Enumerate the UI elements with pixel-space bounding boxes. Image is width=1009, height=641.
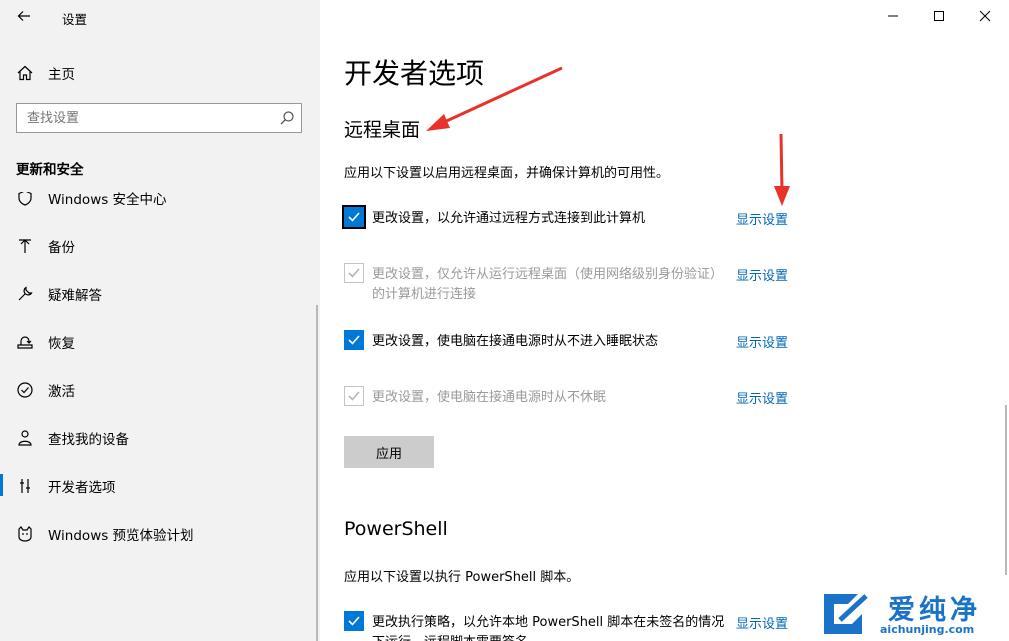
watermark-logo xyxy=(824,594,868,634)
back-arrow-icon xyxy=(17,11,30,21)
checkmark-icon xyxy=(348,391,360,401)
backup-arrow-icon xyxy=(15,236,35,256)
sidebar-item-label: 备份 xyxy=(48,240,75,256)
scroll-clip xyxy=(0,178,318,192)
checkbox-execution-policy[interactable] xyxy=(344,611,364,631)
check-circle-icon xyxy=(15,380,35,400)
wrench-icon xyxy=(15,284,35,304)
maximize-icon xyxy=(934,11,944,21)
remote-desktop-title: 远程桌面 xyxy=(344,119,421,141)
option-text: 更改设置，仅允许从运行远程桌面（使用网络级别身份验证）的计算机进行连接 xyxy=(372,267,724,302)
checkbox-never-sleep[interactable] xyxy=(344,330,364,350)
search-icon xyxy=(280,111,294,125)
sidebar-item-recovery[interactable]: 恢复 xyxy=(0,322,318,362)
main-content: 开发者选项 远程桌面 应用以下设置以启用远程桌面，并确保计算机的可用性。 更改设… xyxy=(320,0,1009,641)
show-settings-link[interactable]: 显示设置 xyxy=(736,388,788,407)
show-settings-link[interactable]: 显示设置 xyxy=(736,613,788,632)
sidebar-item-find-my-device[interactable]: 查找我的设备 xyxy=(0,418,318,458)
main-scrollbar[interactable] xyxy=(1005,405,1007,575)
checkbox-allow-remote[interactable] xyxy=(342,205,366,229)
app-title: 设置 xyxy=(62,12,88,27)
sidebar-item-label: 恢复 xyxy=(48,336,75,352)
close-icon xyxy=(979,10,991,22)
show-settings-link[interactable]: 显示设置 xyxy=(736,332,788,351)
close-button[interactable] xyxy=(962,0,1008,32)
sidebar-item-label: 疑难解答 xyxy=(48,288,102,304)
sidebar-item-home[interactable]: 主页 xyxy=(0,53,318,93)
checkbox-nla-only xyxy=(344,263,364,283)
sidebar-scrollbar[interactable] xyxy=(316,305,318,641)
back-button[interactable] xyxy=(8,2,40,30)
sidebar-item-label: 查找我的设备 xyxy=(48,432,129,448)
minimize-button[interactable] xyxy=(870,0,916,32)
checkmark-icon xyxy=(348,268,360,278)
watermark-text: 爱纯净 xyxy=(888,595,981,626)
watermark: 爱纯净 aichunjing.com xyxy=(818,588,1008,640)
insider-cat-icon xyxy=(15,524,35,544)
apply-button[interactable]: 应用 xyxy=(344,436,434,468)
option-text: 更改设置，使电脑在接通电源时从不休眠 xyxy=(372,390,607,405)
recovery-icon xyxy=(15,332,35,352)
sidebar-item-activation[interactable]: 激活 xyxy=(0,370,318,410)
minimize-icon xyxy=(888,15,898,17)
page-title: 开发者选项 xyxy=(344,57,485,90)
sidebar: 设置 主页 更新和安全 Windows 安全中心 备份 疑难解答 xyxy=(0,0,320,641)
sidebar-item-backup[interactable]: 备份 xyxy=(0,226,318,266)
show-settings-link[interactable]: 显示设置 xyxy=(736,265,788,284)
checkbox-never-hibernate xyxy=(344,386,364,406)
home-icon xyxy=(15,63,35,83)
sidebar-item-label: 开发者选项 xyxy=(48,480,116,496)
sidebar-item-label: Windows 预览体验计划 xyxy=(48,528,194,544)
sidebar-item-windows-insider[interactable]: Windows 预览体验计划 xyxy=(0,514,318,554)
checkmark-icon xyxy=(348,212,360,222)
developer-sliders-icon xyxy=(15,476,35,496)
person-location-icon xyxy=(15,428,35,448)
search-input[interactable] xyxy=(27,109,267,127)
powershell-title: PowerShell xyxy=(344,518,448,540)
search-box[interactable] xyxy=(16,103,302,133)
sidebar-item-troubleshoot[interactable]: 疑难解答 xyxy=(0,274,318,314)
sidebar-item-label: 主页 xyxy=(48,67,75,83)
powershell-description: 应用以下设置以执行 PowerShell 脚本。 xyxy=(344,570,580,585)
show-settings-link[interactable]: 显示设置 xyxy=(736,209,788,228)
maximize-button[interactable] xyxy=(916,0,962,32)
checkmark-icon xyxy=(348,616,360,626)
watermark-url: aichunjing.com xyxy=(880,623,975,636)
option-text: 更改设置，使电脑在接通电源时从不进入睡眠状态 xyxy=(372,334,659,349)
section-title: 更新和安全 xyxy=(16,162,84,178)
sidebar-item-label: 激活 xyxy=(48,384,75,400)
option-text: 更改设置，以允许通过远程方式连接到此计算机 xyxy=(372,211,646,226)
remote-desktop-description: 应用以下设置以启用远程桌面，并确保计算机的可用性。 xyxy=(344,166,670,181)
option-text: 更改执行策略，以允许本地 PowerShell 脚本在未签名的情况下运行。远程脚… xyxy=(372,615,725,641)
checkmark-icon xyxy=(348,335,360,345)
sidebar-item-developer-options[interactable]: 开发者选项 xyxy=(0,466,318,506)
